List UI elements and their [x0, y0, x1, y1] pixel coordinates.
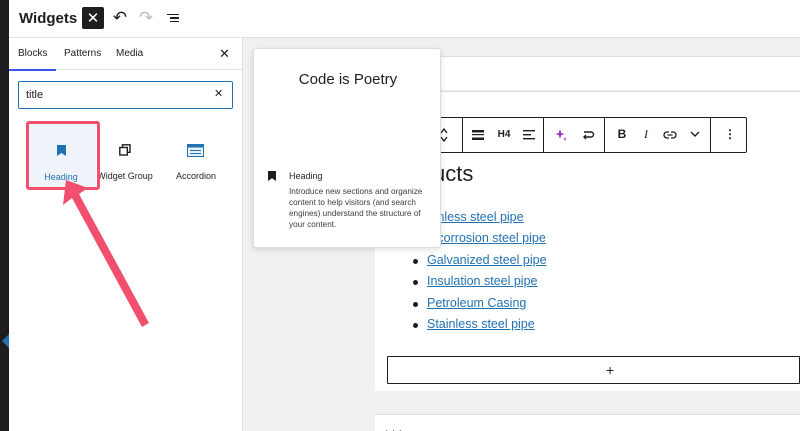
undo-button[interactable]: ↶ — [109, 7, 131, 29]
product-link[interactable]: ti-corrosion steel pipe — [427, 231, 546, 245]
list-view-icon — [167, 12, 179, 25]
block-widget-group[interactable]: Widget Group — [90, 121, 160, 187]
block-widget-group-label: Widget Group — [97, 171, 153, 181]
tab-media[interactable]: Media — [116, 48, 143, 59]
product-link[interactable]: Stainless steel pipe — [427, 317, 535, 331]
block-accordion[interactable]: Accordion — [161, 121, 231, 187]
toolbar-divider — [462, 118, 463, 152]
active-menu-notch — [2, 334, 9, 348]
product-link[interactable]: Petroleum Casing — [427, 296, 526, 310]
bookmark-icon — [268, 171, 276, 181]
tab-patterns[interactable]: Patterns — [64, 48, 101, 59]
editor-header: Widgets ✕ ↶ ↷ — [9, 0, 800, 38]
annotation-highlight-box — [26, 121, 100, 190]
clear-search-button[interactable]: ✕ — [214, 87, 223, 100]
search-input[interactable] — [26, 87, 206, 103]
list-bullet — [413, 322, 418, 328]
admin-sidebar-strip — [0, 0, 9, 431]
ai-sparkle-icon[interactable] — [553, 128, 569, 142]
product-link[interactable]: amless steel pipe — [427, 210, 524, 224]
toolbar-divider — [543, 118, 544, 152]
bold-button[interactable]: B — [614, 127, 630, 141]
more-options-button[interactable]: ⋮ — [722, 127, 738, 141]
plus-icon: + — [606, 362, 615, 378]
block-inserter-panel: Blocks Patterns Media ✕ ✕ Heading Widget… — [8, 38, 243, 431]
align-left-icon[interactable] — [521, 129, 537, 141]
block-preview-popover: Code is Poetry Heading Introduce new sec… — [253, 48, 441, 248]
link-icon[interactable] — [662, 130, 678, 140]
heading-block-icon[interactable] — [470, 129, 486, 141]
block-search: ✕ — [18, 81, 233, 109]
preview-heading-sample: Code is Poetry — [298, 71, 398, 88]
heading-level-button[interactable]: H4 — [494, 129, 514, 140]
redo-button[interactable]: ↷ — [135, 7, 157, 29]
list-bullet — [413, 301, 418, 307]
add-block-button[interactable]: + — [387, 356, 800, 384]
list-bullet — [413, 258, 418, 264]
product-link[interactable]: Galvanized steel pipe — [427, 253, 547, 267]
toolbar-divider — [710, 118, 711, 152]
tab-blocks[interactable]: Blocks — [8, 48, 58, 71]
list-view-button[interactable] — [162, 7, 184, 29]
preview-block-description: Introduce new sections and organize cont… — [289, 187, 423, 229]
product-link[interactable]: Insulation steel pipe — [427, 274, 538, 288]
block-toolbar: H4 B I ⋮ — [427, 117, 747, 153]
preview-block-name: Heading — [289, 171, 323, 181]
toolbar-divider — [604, 118, 605, 152]
close-inserter-button[interactable]: ✕ — [82, 7, 104, 29]
accordion-icon — [187, 144, 204, 157]
group-icon — [119, 144, 131, 156]
inserter-tabs: Blocks Patterns Media ✕ — [8, 38, 243, 71]
close-panel-button[interactable]: ✕ — [219, 46, 230, 62]
partial-text: · · · — [385, 425, 403, 431]
chevron-down-icon[interactable] — [687, 131, 703, 138]
widget-area-bottom[interactable]: · · · — [375, 414, 800, 431]
italic-button[interactable]: I — [638, 127, 654, 142]
page-title: Widgets — [19, 10, 78, 27]
block-accordion-label: Accordion — [175, 171, 217, 181]
transform-icon[interactable] — [580, 128, 596, 142]
